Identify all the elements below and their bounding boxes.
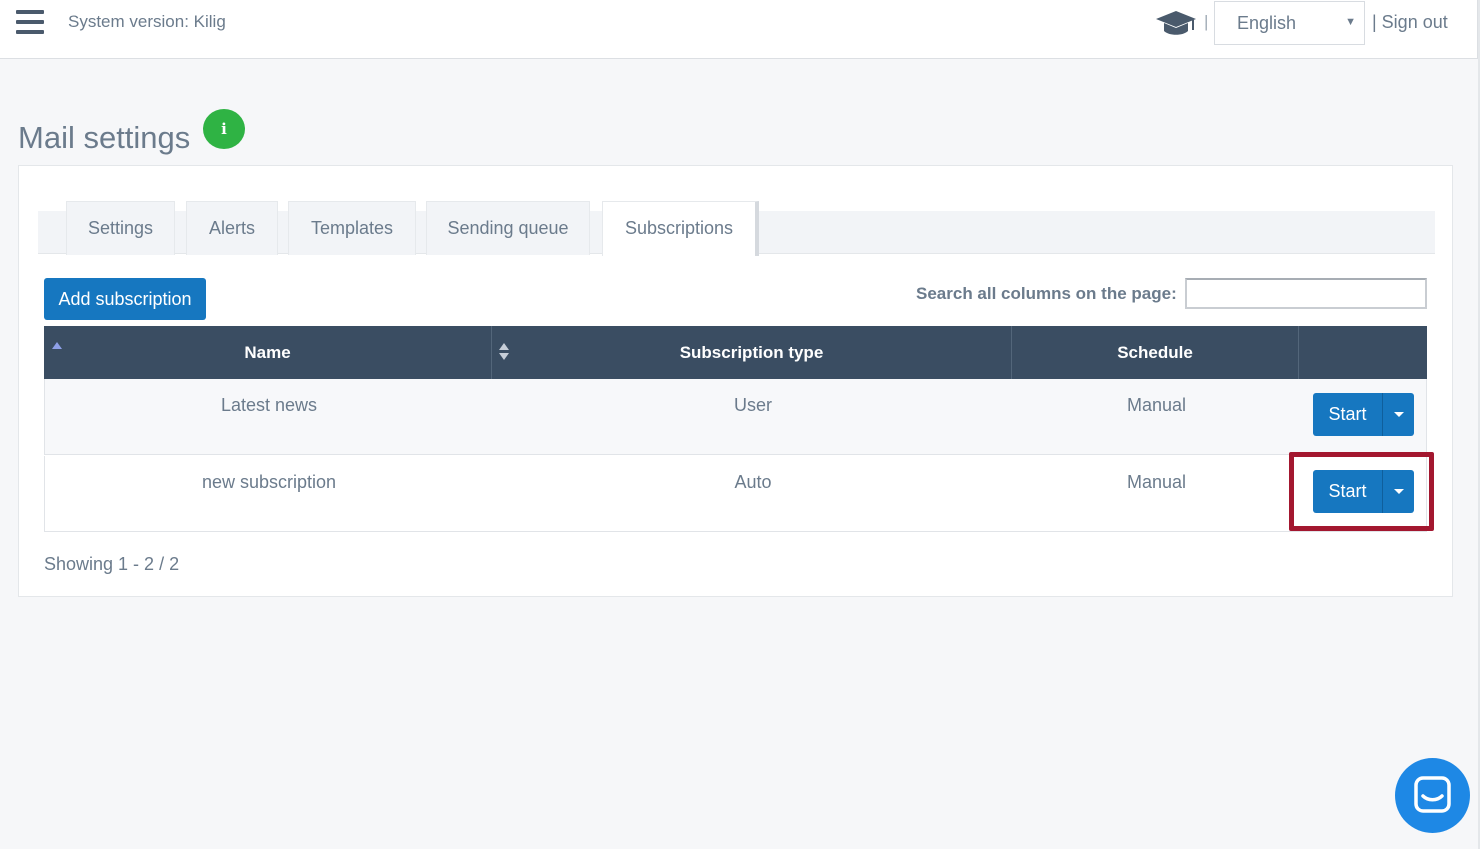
caret-down-icon: [1394, 412, 1404, 417]
cell-subscription-type: User: [733, 395, 772, 415]
start-button[interactable]: Start: [1313, 393, 1382, 436]
table-row: Latest news User Manual Start: [44, 379, 1427, 455]
tab-sending-queue[interactable]: Sending queue: [426, 201, 590, 255]
info-icon[interactable]: i: [203, 109, 245, 149]
start-split-button[interactable]: Start: [1313, 393, 1414, 436]
cell-schedule: Manual: [1126, 395, 1187, 415]
column-header-actions: [1299, 326, 1427, 379]
chevron-down-icon: ▼: [1345, 16, 1356, 28]
column-header-subscription-type[interactable]: Subscription type: [492, 326, 1012, 379]
table-row: new subscription Auto Manual Start: [44, 456, 1427, 532]
start-dropdown-toggle[interactable]: [1383, 393, 1414, 436]
cell-schedule: Manual: [1126, 472, 1187, 492]
cell-name: Latest news: [220, 395, 318, 415]
chat-icon: [1414, 776, 1451, 813]
tab-alerts[interactable]: Alerts: [186, 201, 278, 255]
sort-icon[interactable]: [499, 343, 509, 361]
subscriptions-panel: Settings Alerts Templates Sending queue …: [18, 165, 1453, 597]
hamburger-menu-icon[interactable]: [16, 10, 44, 34]
add-subscription-button[interactable]: Add subscription: [44, 278, 206, 320]
graduation-cap-icon[interactable]: [1155, 10, 1197, 38]
column-header-schedule[interactable]: Schedule: [1012, 326, 1299, 379]
page-title: Mail settings: [18, 120, 191, 155]
tab-subscriptions[interactable]: Subscriptions: [602, 201, 759, 256]
language-select[interactable]: English ▼: [1214, 1, 1365, 45]
search-input[interactable]: [1185, 278, 1427, 309]
language-value: English: [1237, 13, 1297, 33]
chat-launcher-button[interactable]: [1395, 758, 1470, 833]
tab-templates[interactable]: Templates: [288, 201, 416, 255]
table-header: Name Subscription type Schedule: [44, 326, 1427, 379]
tab-settings[interactable]: Settings: [66, 201, 175, 255]
top-bar: System version: Kilig | English ▼ | Sign…: [0, 0, 1478, 59]
cell-name: new subscription: [201, 472, 337, 492]
sort-ascending-icon[interactable]: [52, 342, 62, 349]
pagination-summary: Showing 1 - 2 / 2: [44, 554, 180, 574]
sign-out-link[interactable]: | Sign out: [1372, 12, 1448, 33]
separator: |: [1204, 12, 1209, 31]
column-header-name[interactable]: Name: [44, 326, 492, 379]
search-label: Search all columns on the page:: [916, 284, 1177, 303]
highlight-box: [1289, 452, 1434, 531]
system-version: System version: Kilig: [68, 12, 226, 31]
cell-subscription-type: Auto: [734, 472, 772, 492]
